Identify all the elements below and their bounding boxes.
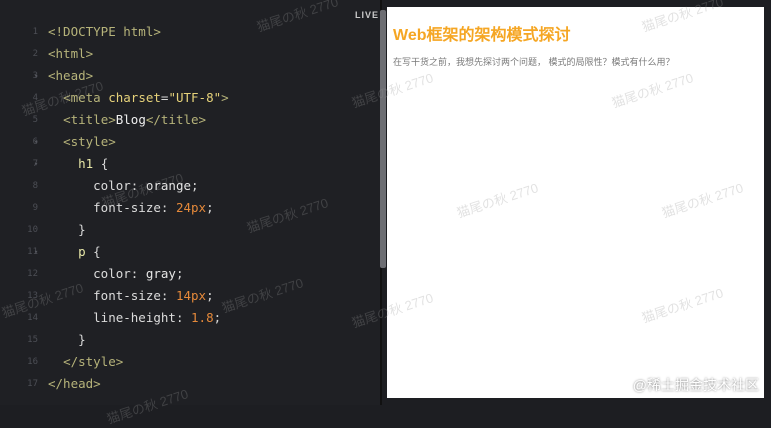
line-number: 15 <box>27 335 38 345</box>
code-line[interactable]: 17 </head> <box>0 373 380 395</box>
fold-arrow-icon[interactable]: ▾ <box>34 131 38 153</box>
code-line[interactable]: 16 </style> <box>0 351 380 373</box>
code-line[interactable]: 1 <!DOCTYPE html> <box>0 21 380 43</box>
code-editor[interactable]: 1 <!DOCTYPE html> 2 <html> 3 ▾ <head> 4 <meta c… <box>0 0 382 405</box>
editor-scrollbar[interactable] <box>380 10 386 268</box>
code-line[interactable]: 12 color: gray; <box>0 263 380 285</box>
live-label: LIVE <box>355 10 380 20</box>
code-line[interactable]: 3 ▾ <head> <box>0 65 380 87</box>
line-number: 9 <box>32 203 38 213</box>
code-line[interactable]: 7 ▾ h1 { <box>0 153 380 175</box>
code-line[interactable]: 5 <title>Blog</title> <box>0 109 380 131</box>
code-line[interactable]: 9 font-size: 24px; <box>0 197 380 219</box>
code-text: } <box>78 222 86 237</box>
code-line[interactable]: 10 } <box>0 219 380 241</box>
code-text: } <box>78 332 86 347</box>
preview-title: Web框架的架构模式探讨 <box>393 27 571 44</box>
brand-watermark: @稀土掘金技术社区 <box>632 377 759 393</box>
code-line[interactable]: 8 color: orange; <box>0 175 380 197</box>
code-text: font-size: 24px; <box>93 200 214 215</box>
line-number: 13 <box>27 291 38 301</box>
code-line[interactable]: 6 ▾ <style> <box>0 131 380 153</box>
line-number: 17 <box>27 379 38 389</box>
code-text: <title>Blog</title> <box>63 112 207 127</box>
line-number: 10 <box>27 225 38 235</box>
line-number: 2 <box>32 49 38 59</box>
line-number: 11 <box>27 247 38 257</box>
code-text: color: gray; <box>93 266 184 281</box>
code-line[interactable]: 4 <meta charset="UTF-8"> <box>0 87 380 109</box>
code-line[interactable]: 11 ▾ p { <box>0 241 380 263</box>
code-text: </style> <box>63 354 124 369</box>
line-number: 3 <box>32 71 38 81</box>
code-text: color: orange; <box>93 178 199 193</box>
line-number: 8 <box>32 181 38 191</box>
line-number: 16 <box>27 357 38 367</box>
code-text: </head> <box>48 376 101 391</box>
line-number: 1 <box>32 27 38 37</box>
line-number: 5 <box>32 115 38 125</box>
code-text: <style> <box>63 134 116 149</box>
code-line[interactable]: 2 <html> <box>0 43 380 65</box>
code-text: <meta charset="UTF-8"> <box>63 90 229 105</box>
fold-arrow-icon[interactable]: ▾ <box>34 241 38 263</box>
code-text: <!DOCTYPE html> <box>48 24 161 39</box>
line-number: 6 <box>32 137 38 147</box>
line-number: 12 <box>27 269 38 279</box>
code-text: line-height: 1.8; <box>93 310 222 325</box>
code-line[interactable]: 15 } <box>0 329 380 351</box>
line-number: 4 <box>32 93 38 103</box>
code-text: h1 { <box>78 156 109 171</box>
code-text: <html> <box>48 46 94 61</box>
code-text: font-size: 14px; <box>93 288 214 303</box>
preview-pane: Web框架的架构模式探讨 在写干货之前，我想先探讨两个问题， 模式的局限性？模式… <box>387 7 764 398</box>
line-number: 14 <box>27 313 38 323</box>
preview-paragraph: 在写干货之前，我想先探讨两个问题， 模式的局限性？模式有什么用？ <box>393 57 675 67</box>
code-line[interactable]: 14 line-height: 1.8; <box>0 307 380 329</box>
line-number: 7 <box>32 159 38 169</box>
code-text: <head> <box>48 68 94 83</box>
code-line[interactable]: 13 font-size: 14px; <box>0 285 380 307</box>
code-text: p { <box>78 244 101 259</box>
fold-arrow-icon[interactable]: ▾ <box>34 153 38 175</box>
fold-arrow-icon[interactable]: ▾ <box>34 65 38 87</box>
